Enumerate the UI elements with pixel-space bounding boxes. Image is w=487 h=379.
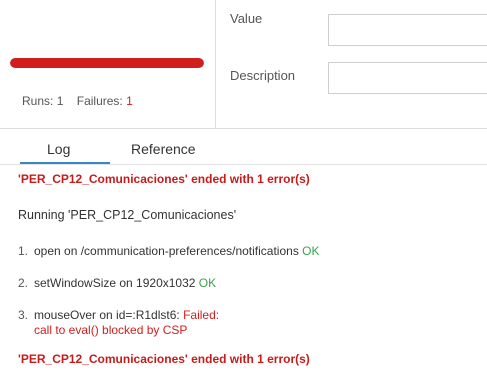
log-summary-top: 'PER_CP12_Comunicaciones' ended with 1 e…: [18, 172, 310, 186]
log-item: 2. setWindowSize on 1920x1032 OK: [18, 276, 216, 290]
log-summary-bottom: 'PER_CP12_Comunicaciones' ended with 1 e…: [18, 352, 310, 366]
header-divider: [0, 128, 487, 129]
progress-bar-fill: [10, 58, 204, 68]
runs-label: Runs:: [22, 94, 54, 108]
log-item-number: 3.: [18, 308, 29, 322]
progress-bar: [10, 58, 204, 68]
tab-bar-divider: [0, 164, 487, 165]
log-item-status: OK: [302, 244, 320, 258]
log-item-number: 1.: [18, 244, 29, 258]
log-item-text: open on /communication-preferences/notif…: [34, 244, 299, 258]
log-item-number: 2.: [18, 276, 29, 290]
log-item: 3. mouseOver on id=:R1dlst6: Failed:: [18, 308, 219, 322]
tab-log[interactable]: Log: [47, 141, 70, 157]
value-input[interactable]: [328, 14, 487, 46]
failures-count: 1: [126, 94, 133, 108]
tab-reference[interactable]: Reference: [131, 141, 196, 157]
tab-bar: Log Reference: [0, 135, 487, 165]
description-input[interactable]: [328, 62, 487, 94]
log-item-text: mouseOver on id=:R1dlst6:: [34, 308, 180, 322]
runs-count: 1: [56, 94, 64, 108]
value-label: Value: [230, 11, 263, 26]
run-stats: Runs: 1 Failures: 1: [22, 94, 133, 108]
vertical-divider: [215, 0, 216, 128]
test-runner-header: Runs: 1 Failures: 1 Value Description: [0, 0, 487, 128]
log-item-status: OK: [198, 276, 217, 290]
log-item: 1. open on /communication-preferences/not…: [18, 244, 320, 258]
log-item-error-detail: call to eval() blocked by CSP: [34, 323, 188, 337]
progress-panel: Runs: 1 Failures: 1: [0, 0, 215, 128]
log-running-line: Running 'PER_CP12_Comunicaciones': [18, 208, 237, 222]
log-item-status: Failed:: [183, 308, 220, 322]
log-item-text: setWindowSize on 1920x1032: [34, 276, 196, 290]
description-label: Description: [230, 68, 296, 83]
failures-label: Failures:: [76, 94, 123, 108]
